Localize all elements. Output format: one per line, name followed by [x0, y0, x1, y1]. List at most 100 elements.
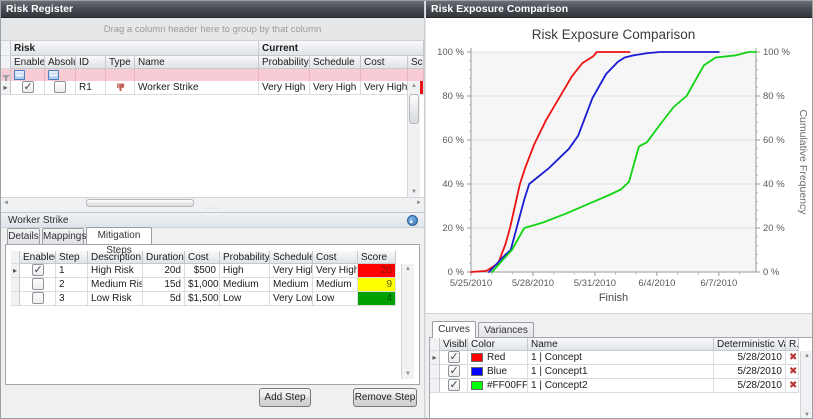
risk-type-flag-icon: [106, 81, 135, 95]
delete-curve-icon[interactable]: ✖: [786, 351, 799, 365]
mitigation-grid: Enabled Step Description Duration Cost P…: [11, 251, 396, 306]
svg-text:Risk Exposure Comparison: Risk Exposure Comparison: [532, 27, 696, 42]
delete-curve-icon[interactable]: ✖: [786, 379, 799, 393]
mit-col-probability[interactable]: Probability: [220, 251, 270, 264]
curve-name: 1 | Concept2: [528, 379, 714, 393]
mit-col-enabled[interactable]: Enabled: [20, 251, 56, 264]
mit-col-cost2[interactable]: Cost: [313, 251, 358, 264]
col-score[interactable]: Sc: [408, 56, 424, 69]
step-cost: $500: [185, 264, 220, 278]
col-probability[interactable]: Probability: [259, 56, 310, 69]
col-schedule[interactable]: Schedule: [310, 56, 361, 69]
curve-row[interactable]: Blue 1 | Concept1 5/28/2010 ✖: [430, 365, 799, 379]
scroll-up-icon[interactable]: ▲: [402, 266, 414, 272]
col-name[interactable]: Name: [135, 56, 259, 69]
mitigation-row[interactable]: 3 Low Risk 5d $1,500 Low Very Low Low 4: [11, 292, 396, 306]
tab-mappings[interactable]: Mappings: [42, 228, 84, 244]
step-description: High Risk: [88, 264, 143, 278]
header-corner: [1, 56, 11, 69]
svg-text:0 %: 0 %: [448, 267, 465, 278]
scroll-up-icon[interactable]: ▲: [408, 83, 420, 89]
step-enabled-checkbox[interactable]: [20, 278, 56, 292]
mitigation-row[interactable]: 2 Medium Risk 15d $1,000 Medium Medium M…: [11, 278, 396, 292]
scroll-down-icon[interactable]: ▼: [801, 412, 813, 418]
svg-text:100 %: 100 %: [763, 47, 790, 58]
col-id[interactable]: ID: [76, 56, 106, 69]
scroll-up-icon[interactable]: ▲: [801, 353, 813, 359]
band-risk[interactable]: Risk: [11, 41, 259, 56]
curve-row[interactable]: #FF00FF00 1 | Concept2 5/28/2010 ✖: [430, 379, 799, 393]
step-cost: $1,500: [185, 292, 220, 306]
curves-header-corner: [430, 338, 440, 351]
mit-col-step[interactable]: Step: [56, 251, 88, 264]
svg-text:60 %: 60 %: [442, 135, 464, 146]
band-current[interactable]: Current: [259, 41, 424, 56]
col-remove[interactable]: R...: [786, 338, 799, 351]
visible-checkbox[interactable]: [440, 379, 468, 393]
svg-text:Finish: Finish: [599, 292, 628, 304]
col-curve-name[interactable]: Name: [528, 338, 714, 351]
color-swatch: [471, 353, 483, 362]
color-swatch: [471, 381, 483, 390]
remove-step-button[interactable]: Remove Step: [353, 388, 417, 407]
tab-variances[interactable]: Variances: [478, 322, 534, 338]
risk-register-vscrollbar[interactable]: ▲ ▼: [407, 81, 420, 197]
deterministic-value: 5/28/2010: [714, 365, 786, 379]
row-marker-icon: ▸: [430, 351, 440, 365]
col-deterministic-value[interactable]: Deterministic Value: [714, 338, 786, 351]
scroll-right-icon[interactable]: ►: [415, 200, 423, 206]
enabled-checkbox[interactable]: [11, 81, 45, 95]
add-step-button[interactable]: Add Step: [259, 388, 311, 407]
mitigation-tab-page: Enabled Step Description Duration Cost P…: [5, 244, 420, 385]
group-by-drop-zone[interactable]: Drag a column header here to group by th…: [1, 18, 424, 41]
absolute-checkbox[interactable]: [45, 81, 76, 95]
step-enabled-checkbox[interactable]: [20, 292, 56, 306]
col-absolute[interactable]: Absolu...: [45, 56, 76, 69]
filter-row[interactable]: [1, 69, 424, 81]
svg-text:Cumulative Frequency: Cumulative Frequency: [797, 109, 809, 215]
tab-details[interactable]: Details: [7, 228, 40, 244]
risk-row[interactable]: ▸ R1 Worker Strike Very High Very High V…: [1, 81, 424, 95]
col-type[interactable]: Type: [106, 56, 135, 69]
svg-text:80 %: 80 %: [442, 91, 464, 102]
pin-icon[interactable]: [407, 215, 418, 226]
curves-vscrollbar[interactable]: ▲ ▼: [800, 351, 813, 419]
col-color[interactable]: Color: [468, 338, 528, 351]
visible-checkbox[interactable]: [440, 365, 468, 379]
mit-col-cost[interactable]: Cost: [185, 251, 220, 264]
deterministic-value: 5/28/2010: [714, 379, 786, 393]
mit-col-duration[interactable]: Duration: [143, 251, 185, 264]
scroll-down-icon[interactable]: ▼: [402, 371, 414, 377]
svg-text:60 %: 60 %: [763, 135, 785, 146]
band-corner: [1, 41, 11, 56]
visible-checkbox[interactable]: [440, 351, 468, 365]
step-enabled-checkbox[interactable]: [20, 264, 56, 278]
app-window: Risk Register Drag a column header here …: [0, 0, 813, 419]
col-cost[interactable]: Cost: [361, 56, 408, 69]
step-schedule: Medium: [270, 278, 313, 292]
scroll-left-icon[interactable]: ◄: [2, 200, 10, 206]
col-visible[interactable]: Visible: [440, 338, 468, 351]
svg-text:0 %: 0 %: [763, 267, 780, 278]
step-description: Low Risk: [88, 292, 143, 306]
svg-text:40 %: 40 %: [763, 179, 785, 190]
col-enabled[interactable]: Enabled: [11, 56, 45, 69]
tab-mitigation-steps[interactable]: Mitigation Steps: [86, 227, 152, 244]
mit-col-schedule[interactable]: Schedule: [270, 251, 313, 264]
scroll-down-icon[interactable]: ▼: [408, 189, 420, 195]
mitigation-row[interactable]: ▸ 1 High Risk 20d $500 High Very High Ve…: [11, 264, 396, 278]
risk-schedule: Very High: [310, 81, 361, 95]
tab-curves[interactable]: Curves: [432, 321, 476, 338]
svg-text:80 %: 80 %: [763, 91, 785, 102]
mitigation-vscrollbar[interactable]: ▲ ▼: [401, 264, 414, 379]
step-duration: 5d: [143, 292, 185, 306]
step-cost2: Medium: [313, 278, 358, 292]
risk-cost: Very High: [361, 81, 408, 95]
hscroll-thumb[interactable]: [86, 199, 194, 207]
delete-curve-icon[interactable]: ✖: [786, 365, 799, 379]
row-indicator: [11, 278, 20, 292]
vscroll-thumb[interactable]: [409, 94, 419, 124]
curve-row[interactable]: ▸ Red 1 | Concept 5/28/2010 ✖: [430, 351, 799, 365]
mit-col-score[interactable]: Score: [358, 251, 396, 264]
deterministic-value: 5/28/2010: [714, 351, 786, 365]
